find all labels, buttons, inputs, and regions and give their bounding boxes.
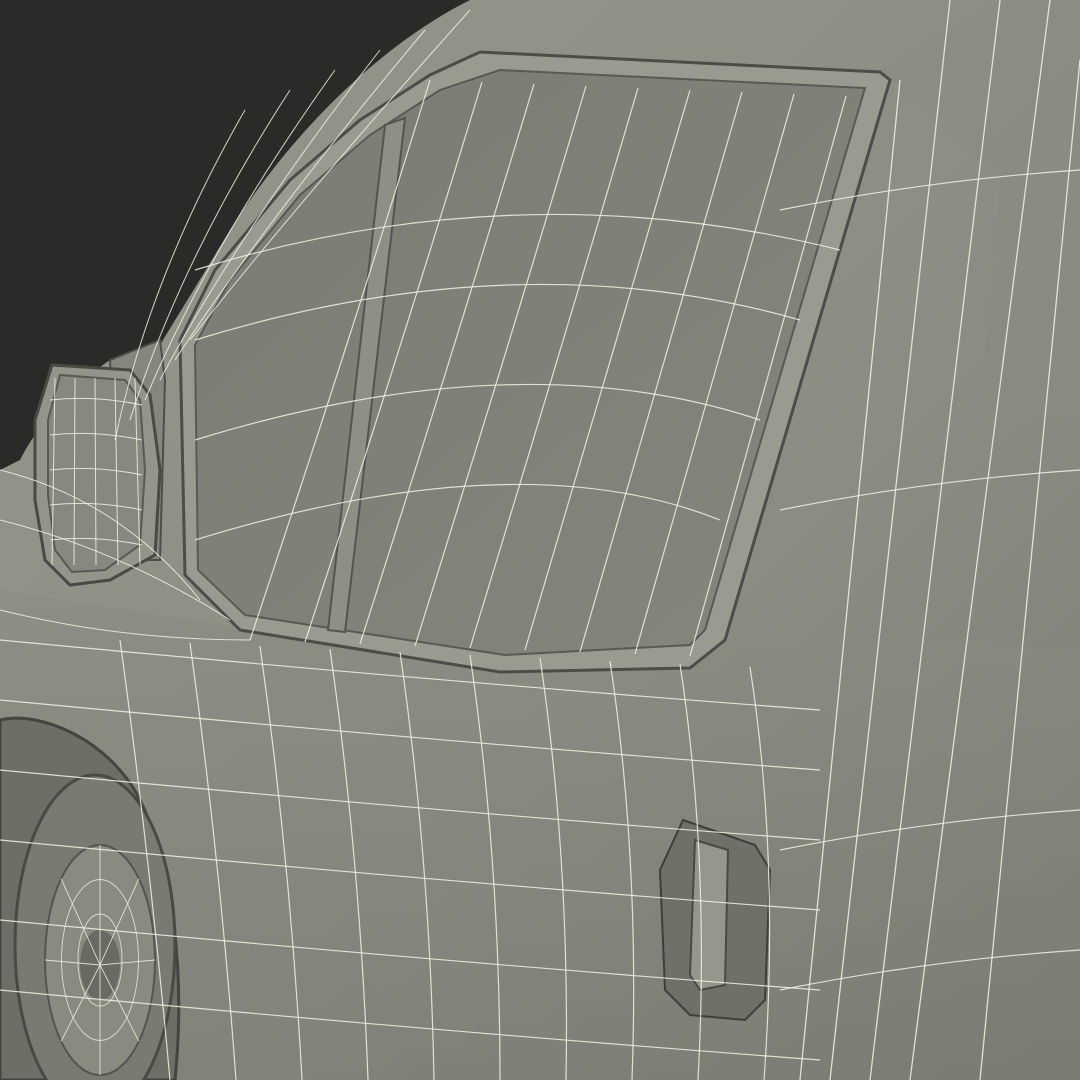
side-mirror — [33, 338, 167, 587]
door-handle — [658, 818, 772, 1022]
handle-grip — [688, 838, 730, 992]
wireframe-render — [0, 0, 1080, 1080]
